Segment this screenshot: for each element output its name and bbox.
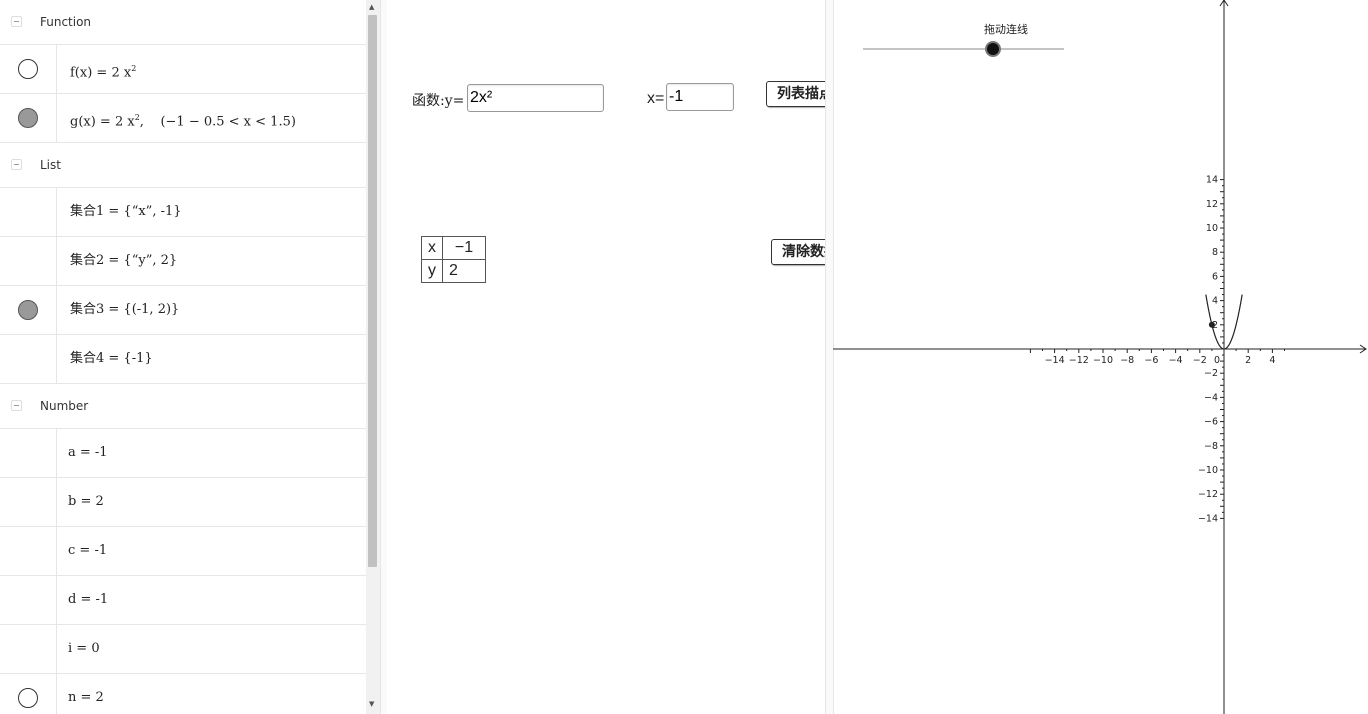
algebra-item-g[interactable]: g(x) = 2 x2, (−1 − 0.5 < x < 1.5) bbox=[0, 94, 366, 143]
algebra-view: Function f(x) = 2 x2 g(x) = 2 x2, (−1 − … bbox=[0, 0, 366, 714]
function-input[interactable]: 2x² bbox=[467, 84, 604, 112]
visibility-toggle-icon[interactable] bbox=[18, 300, 38, 320]
y-tick-label: 10 bbox=[1206, 223, 1218, 234]
x-tick-label: 2 bbox=[1245, 355, 1251, 366]
algebra-item-list4[interactable]: 集合4 = {-1} bbox=[0, 335, 366, 384]
algebra-item-text: i = 0 bbox=[68, 641, 100, 656]
plotted-point[interactable] bbox=[1208, 321, 1215, 328]
graphics-view-2[interactable]: −14 −12 −10 −8 −6 −4 −2 0 2 4 14 12 10 8 6 4 2 −2 −4 −6 −8 −1… bbox=[833, 0, 1368, 714]
plot-points-button[interactable]: 列表描点 bbox=[766, 81, 825, 107]
marble-cell bbox=[0, 94, 57, 142]
marble-cell bbox=[0, 625, 57, 673]
marble-cell bbox=[0, 576, 57, 624]
marble-cell bbox=[0, 45, 57, 93]
visibility-toggle-icon[interactable] bbox=[18, 108, 38, 128]
visibility-toggle-icon[interactable] bbox=[18, 59, 38, 79]
group-label: List bbox=[40, 158, 61, 172]
algebra-item-text: n = 2 bbox=[68, 690, 104, 705]
table-cell-y: 2 bbox=[442, 259, 486, 283]
algebra-item-text: c = -1 bbox=[68, 543, 108, 558]
scroll-down-icon[interactable]: ▼ bbox=[369, 700, 374, 708]
algebra-item-list1[interactable]: 集合1 = {“x”, -1} bbox=[0, 188, 366, 237]
collapse-icon[interactable] bbox=[11, 400, 22, 411]
x-input-label: x= bbox=[647, 90, 665, 107]
x-tick-label: −10 bbox=[1093, 355, 1113, 366]
x-tick-label: −12 bbox=[1069, 355, 1089, 366]
algebra-item-text: 集合3 = {(-1, 2)} bbox=[70, 302, 180, 317]
scrollbar-thumb[interactable] bbox=[368, 15, 377, 567]
table-row: y 2 bbox=[421, 259, 486, 283]
marble-cell bbox=[0, 478, 57, 526]
x-tick-label: −4 bbox=[1169, 355, 1183, 366]
marble-cell bbox=[0, 674, 57, 714]
algebra-item-text: 集合2 = {“y”, 2} bbox=[70, 253, 178, 268]
domain-condition: , (−1 − 0.5 < x < 1.5) bbox=[139, 114, 296, 130]
group-header-function[interactable]: Function bbox=[0, 0, 366, 45]
y-tick-label: 6 bbox=[1212, 271, 1218, 282]
algebra-item-text: a = -1 bbox=[68, 445, 108, 460]
algebra-item-text: b = 2 bbox=[68, 494, 104, 509]
graphics-view-1: 函数:y= 2x² x= -1 列表描点 清除数据 x −1 y 2 bbox=[387, 0, 825, 714]
table-header-x: x bbox=[421, 236, 443, 260]
algebra-item-a[interactable]: a = -1 bbox=[0, 429, 366, 478]
table-header-y: y bbox=[421, 259, 443, 283]
x-tick-label: 4 bbox=[1269, 355, 1275, 366]
marble-cell bbox=[0, 527, 57, 575]
x-tick-label: −8 bbox=[1120, 355, 1134, 366]
marble-cell bbox=[0, 237, 57, 285]
x-tick-label: −14 bbox=[1045, 355, 1065, 366]
marble-cell bbox=[0, 429, 57, 477]
exponent: 2 bbox=[131, 64, 137, 73]
algebra-item-d[interactable]: d = -1 bbox=[0, 576, 366, 625]
algebra-item-text: d = -1 bbox=[68, 592, 109, 607]
coordinate-plane[interactable]: −14 −12 −10 −8 −6 −4 −2 0 2 41412108642−2−4−6−8−1… bbox=[833, 0, 1368, 714]
y-tick-label: −2 bbox=[1204, 368, 1218, 379]
algebra-item-text: g(x) = 2 x bbox=[70, 114, 135, 130]
clear-data-button[interactable]: 清除数据 bbox=[771, 239, 825, 265]
y-tick-label: 8 bbox=[1212, 247, 1218, 258]
marble-cell bbox=[0, 286, 57, 334]
y-tick-label: −14 bbox=[1198, 513, 1218, 524]
scroll-up-icon[interactable]: ▲ bbox=[369, 3, 374, 11]
algebra-item-c[interactable]: c = -1 bbox=[0, 527, 366, 576]
algebra-item-f[interactable]: f(x) = 2 x2 bbox=[0, 45, 366, 94]
table-cell-x: −1 bbox=[442, 236, 486, 260]
slider-handle[interactable] bbox=[987, 43, 999, 55]
algebra-item-text: 集合4 = {-1} bbox=[70, 351, 153, 366]
y-tick-label: −6 bbox=[1204, 417, 1218, 428]
algebra-item-i[interactable]: i = 0 bbox=[0, 625, 366, 674]
x-tick-label: −2 bbox=[1193, 355, 1207, 366]
y-tick-label: −8 bbox=[1204, 441, 1218, 452]
algebra-item-text: 集合1 = {“x”, -1} bbox=[70, 204, 182, 219]
x-tick-label: −6 bbox=[1144, 355, 1158, 366]
table-row: x −1 bbox=[421, 236, 486, 260]
value-table: x −1 y 2 bbox=[421, 236, 486, 283]
algebra-item-text: f(x) = 2 x bbox=[70, 65, 132, 81]
function-input-label: 函数:y= bbox=[412, 93, 465, 109]
group-header-list[interactable]: List bbox=[0, 143, 366, 188]
y-tick-label: −12 bbox=[1198, 489, 1218, 500]
algebra-item-n[interactable]: n = 2 bbox=[0, 674, 366, 714]
algebra-item-b[interactable]: b = 2 bbox=[0, 478, 366, 527]
y-tick-label: 4 bbox=[1212, 296, 1218, 307]
y-tick-label: −10 bbox=[1198, 465, 1218, 476]
group-header-number[interactable]: Number bbox=[0, 384, 366, 429]
group-label: Function bbox=[40, 15, 92, 29]
collapse-icon[interactable] bbox=[11, 16, 22, 27]
marble-cell bbox=[0, 188, 57, 236]
group-label: Number bbox=[40, 399, 89, 413]
y-tick-label: 12 bbox=[1206, 199, 1218, 210]
collapse-icon[interactable] bbox=[11, 159, 22, 170]
algebra-scrollbar[interactable]: ▲ ▼ bbox=[366, 0, 380, 714]
algebra-item-list2[interactable]: 集合2 = {“y”, 2} bbox=[0, 237, 366, 286]
algebra-item-list3[interactable]: 集合3 = {(-1, 2)} bbox=[0, 286, 366, 335]
x-input[interactable]: -1 bbox=[666, 83, 734, 111]
marble-cell bbox=[0, 335, 57, 383]
y-tick-label: −4 bbox=[1204, 392, 1218, 403]
x-tick-label: 0 bbox=[1214, 355, 1220, 366]
visibility-toggle-icon[interactable] bbox=[18, 688, 38, 708]
slider-caption: 拖动连线 bbox=[984, 22, 1028, 36]
y-tick-label: 14 bbox=[1206, 175, 1218, 186]
